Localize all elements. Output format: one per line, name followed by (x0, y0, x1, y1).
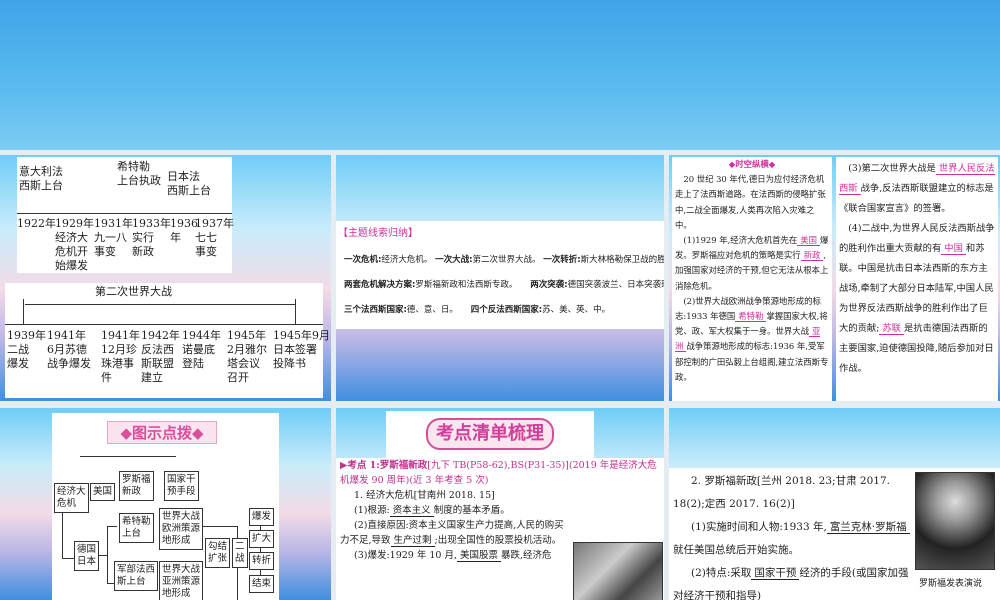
subheading: 1. 经济大危机[甘南州 2018. 15] (354, 490, 495, 501)
text: 和苏联。中国是抗击日本法西斯的东方主战场,牵制了大部分日本陆军,中国人民为世界反… (839, 243, 994, 334)
year: 1936 年 (170, 217, 198, 244)
diagram-title: ◆图示点拨◆ (107, 421, 217, 444)
box-asia-source: 世界大战 亚洲策源 地形成 (159, 561, 204, 600)
ww2-label: 第二次世界大战 (95, 285, 172, 298)
answer: 资本主义 (389, 505, 434, 517)
label: 两套危机解决方案: (344, 280, 416, 290)
answer: 生产过剩 (390, 535, 435, 547)
box-hitler: 希特勒 上台 (119, 513, 154, 543)
section-title: ◆时空纵横◆ (728, 159, 776, 169)
label: 四个反法西斯国家: (470, 305, 543, 315)
text: (2)特点:采取 (691, 567, 752, 579)
timeline-ww2: 第二次世界大战 1939年 二战 爆发 1941年 6月苏德 战争爆发 1941… (5, 283, 330, 398)
text: (1)1929 年,经济大危机首先在 (675, 235, 798, 246)
answer: 中国 (941, 243, 966, 255)
answer: 苏联 (879, 323, 904, 335)
timeline-top: 意大利法 西斯上台 希特勒 上台执政 日本法 西斯上台 1922年 1929年 … (17, 157, 234, 273)
value: 第二次世界大战。 (472, 255, 541, 265)
photo-caption: 罗斯福发表演说 (919, 579, 983, 589)
text: 战争策源地形成的标志:1936 年,受军部控制的广田弘毅上台组阁,建立法西斯专政… (675, 341, 829, 382)
slide-thumbnail-4[interactable]: ◆图示点拨◆ 经济大 危机 美国 罗斯福 新政 国家干 预手段 德国 日本 希特… (0, 408, 331, 600)
section-heading: 【主题线索归纳】 (338, 228, 418, 239)
slide-thumbnail-3[interactable]: ◆时空纵横◆ 20 世纪 30 年代,德日为应付经济危机走上了法西斯道路。在法西… (669, 155, 1000, 401)
answer: 国家干预 (751, 567, 800, 580)
answer: 希特勒 (735, 311, 767, 323)
box-newdeal: 罗斯福 新政 (119, 471, 154, 501)
year: 1941年 6月苏德 战争爆发 (47, 329, 91, 370)
value: 经济大危机。 (381, 255, 433, 265)
subheading: 2. 罗斯福新政[兰州 2018. 23;甘肃 2017. 18(2);定西 2… (673, 475, 890, 510)
box-stage: 扩大 (249, 530, 275, 548)
slide-thumbnail-5[interactable]: 考点清单梳理 ▶考点 1:罗斯福新政[九下 TB(P58-62),BS(P31-… (336, 408, 664, 600)
box-collude: 勾结 扩张 (205, 538, 231, 568)
content-panel: 2. 罗斯福新政[兰州 2018. 23;甘肃 2017. 18(2);定西 2… (669, 468, 1000, 600)
text: (3)爆发:1929 年 10 月, (354, 550, 458, 561)
event: 希特勒 上台执政 (117, 160, 161, 187)
text: (3)第二次世界大战是 (839, 163, 936, 174)
left-column: ◆时空纵横◆ 20 世纪 30 年代,德日为应付经济危机走上了法西斯道路。在法西… (672, 157, 832, 401)
slide-thumbnail-6[interactable]: 2. 罗斯福新政[兰州 2018. 23;甘肃 2017. 18(2);定西 2… (669, 408, 1000, 600)
diagram-panel: ◆图示点拨◆ 经济大 危机 美国 罗斯福 新政 国家干 预手段 德国 日本 希特… (52, 413, 279, 600)
value: 苏、美、英、中。 (542, 305, 611, 315)
right-column: (3)第二次世界大战是 世界人民反法西斯 战争,反法西斯联盟建立的标志是《联合国家宣… (836, 157, 998, 401)
box-usa: 美国 (90, 483, 116, 501)
value: 斯大林格勒保卫战的胜利。 (580, 255, 664, 265)
value: 罗斯福新政和法西斯专政。 (415, 280, 514, 290)
year: 1931年 九一八 事变 (94, 217, 133, 258)
box-intervene: 国家干 预手段 (164, 471, 199, 501)
text: 战争,反法西斯联盟建立的标志是《联合国家宣言》的签署。 (839, 183, 994, 214)
year: 1945年 2月雅尔 塔会议 召开 (227, 329, 267, 384)
answer: 新政 (800, 250, 824, 262)
year: 1944年 诺曼底 登陆 (182, 329, 221, 370)
year: 1922年 (17, 217, 56, 230)
label: 一次危机: (344, 255, 382, 265)
header-banner (0, 0, 1000, 150)
year: 1945年9月 日本签署 投降书 (273, 329, 330, 370)
year: 1929年 经济大 危机开 始爆发 (55, 217, 94, 272)
year: 1939年 二战 爆发 (7, 329, 46, 370)
label: 三个法西斯国家: (344, 305, 407, 315)
year: 1937年 七七 事变 (195, 217, 234, 258)
text: (1)实施时间和人物:1933 年, (691, 521, 827, 533)
summary-panel: 【主题线索归纳】 一次危机:经济大危机。 一次大战:第二次世界大战。 一次转折:… (336, 221, 664, 329)
year: 1941年 12月珍 珠港事 件 (101, 329, 140, 384)
banner-panel: 考点清单梳理 (386, 411, 594, 458)
text: 暴跌,经济危 (501, 550, 552, 561)
box-germany-japan: 德国 日本 (74, 541, 100, 571)
slide-thumbnail-2[interactable]: 【主题线索归纳】 一次危机:经济大危机。 一次大战:第二次世界大战。 一次转折:… (336, 155, 664, 401)
text: ;出现全国性的股票投机活动。 (434, 535, 562, 546)
label: 一次大战: (435, 255, 473, 265)
box-military: 军部法西 斯上台 (114, 561, 159, 591)
kp-title: 考点 1:罗斯福新政 (347, 460, 428, 471)
content-panel: ▶考点 1:罗斯福新政[九下 TB(P58-62),BS(P31-35)](20… (336, 458, 664, 600)
event: 日本法 西斯上台 (167, 170, 211, 197)
box-stage: 爆发 (249, 508, 275, 526)
box-stage: 结束 (249, 575, 275, 593)
answer: 美国 (797, 235, 821, 247)
box-crisis: 经济大 危机 (54, 483, 89, 513)
label: 两次突袭: (530, 280, 568, 290)
label: 一次转折: (543, 255, 581, 265)
intro-text: 20 世纪 30 年代,德日为应付经济危机走上了法西斯道路。在法西斯的侵略扩张中… (675, 174, 826, 230)
event: 意大利法 西斯上台 (19, 165, 63, 192)
box-stage: 转折 (249, 552, 275, 570)
answer: 美国股票 (457, 550, 502, 562)
box-ww2: 二 战 (232, 538, 248, 568)
value: 德国突袭波兰、日本突袭珍珠港。 (567, 280, 664, 290)
text: (1)根源: (354, 505, 390, 516)
roosevelt-photo (915, 472, 995, 570)
answer: 富兰克林·罗斯福 (826, 521, 910, 534)
text: 制度的基本矛盾。 (433, 505, 510, 516)
banner-title: 考点清单梳理 (426, 418, 554, 450)
text: 就任美国总统后开始实施。 (673, 544, 799, 556)
slide-thumbnail-1[interactable]: 意大利法 西斯上台 希特勒 上台执政 日本法 西斯上台 1922年 1929年 … (0, 155, 331, 401)
box-europe-source: 世界大战 欧洲策源 地形成 (159, 508, 204, 550)
year: 1942年 反法西 斯联盟 建立 (141, 329, 180, 384)
value: 德、意、日。 (406, 305, 454, 315)
year: 1933年 实行 新政 (132, 217, 171, 258)
crowd-photo (573, 542, 663, 600)
